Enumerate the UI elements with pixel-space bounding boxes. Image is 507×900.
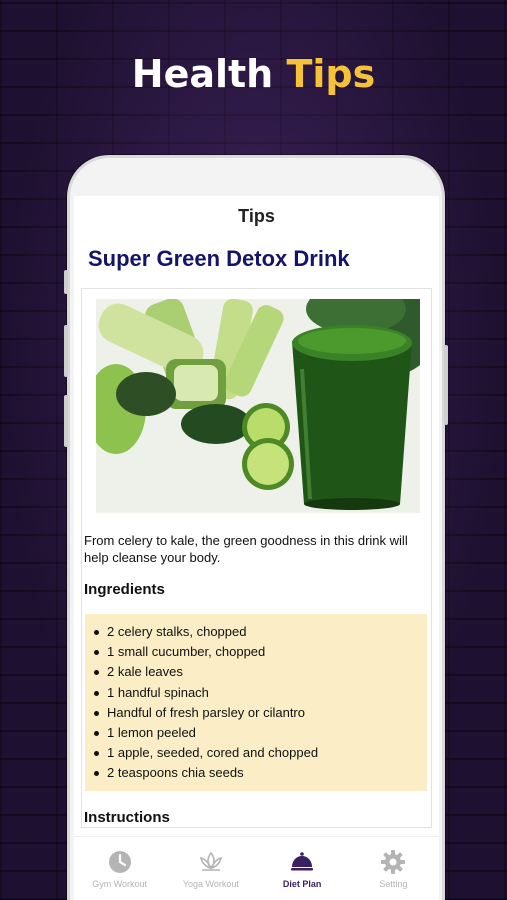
article-title: Super Green Detox Drink — [88, 246, 350, 271]
bottom-nav: Gym Workout Yoga Workout Diet Plan Setti… — [74, 836, 439, 900]
intro-text: From celery to kale, the green goodness … — [84, 533, 408, 565]
nav-label-gym-workout: Gym Workout — [92, 879, 148, 889]
app-screen: Tips Super Green Detox Drink From celery… — [74, 196, 439, 900]
nav-item-diet-plan[interactable]: Diet Plan — [257, 837, 348, 900]
ingredient-item: 1 apple, seeded, cored and chopped — [85, 743, 427, 763]
lotus-icon — [199, 851, 222, 871]
clock-icon — [108, 851, 131, 873]
header-title: Tips — [238, 205, 275, 226]
green-smoothie-photo — [96, 299, 420, 513]
ingredient-item: Handful of fresh parsley or cilantro — [85, 703, 427, 723]
promo-title-accent: Tips — [286, 52, 376, 96]
phone-power-button — [444, 345, 448, 425]
ingredient-item: 1 handful spinach — [85, 683, 427, 703]
app-header: Tips — [74, 196, 439, 236]
nav-item-gym-workout[interactable]: Gym Workout — [74, 837, 165, 900]
promo-headline: Health Tips — [0, 52, 507, 96]
ingredients-list-box: 2 celery stalks, chopped 1 small cucumbe… — [85, 614, 427, 791]
instructions-heading: Instructions — [84, 809, 170, 826]
ingredient-item: 1 small cucumber, chopped — [85, 642, 427, 662]
ingredient-item: 1 lemon peeled — [85, 723, 427, 743]
ingredient-item: 2 celery stalks, chopped — [85, 622, 427, 642]
nav-item-yoga-workout[interactable]: Yoga Workout — [165, 837, 256, 900]
ingredient-item: 2 teaspoons chia seeds — [85, 763, 427, 783]
ingredient-item: 2 kale leaves — [85, 662, 427, 682]
nav-label-yoga-workout: Yoga Workout — [182, 879, 239, 889]
promo-title-main: Health — [131, 52, 274, 96]
phone-volume-down-button — [64, 395, 68, 447]
nav-label-setting: Setting — [379, 879, 408, 889]
ingredients-list: 2 celery stalks, chopped 1 small cucumbe… — [85, 622, 427, 784]
nav-item-setting[interactable]: Setting — [348, 837, 439, 900]
phone-side-button — [64, 270, 68, 294]
phone-volume-up-button — [64, 325, 68, 377]
food-cloche-icon — [291, 852, 314, 871]
nav-label-diet-plan: Diet Plan — [282, 879, 322, 889]
ingredients-heading: Ingredients — [84, 581, 165, 598]
article-card[interactable]: From celery to kale, the green goodness … — [81, 288, 432, 828]
gear-icon — [381, 850, 406, 874]
